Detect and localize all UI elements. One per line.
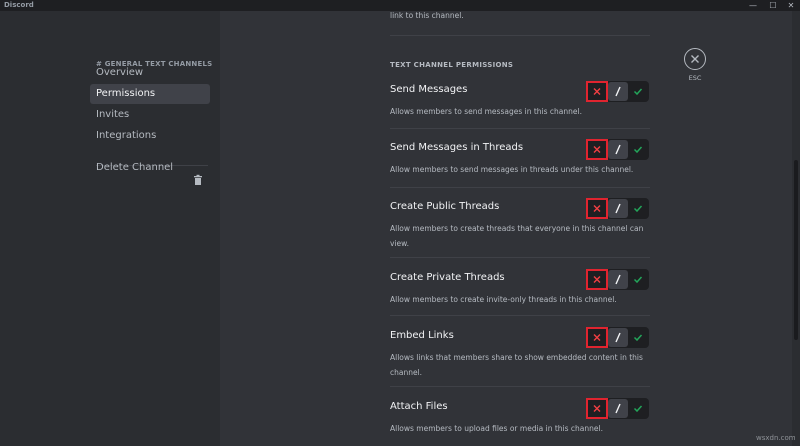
slash-icon [615,203,621,214]
watermark: wsxdn.com [756,434,796,442]
deny-button[interactable] [586,398,608,419]
neutral-button[interactable] [608,82,628,101]
slash-icon [615,274,621,285]
deny-button[interactable] [586,327,608,348]
top-description: link to this channel. [390,11,464,20]
close-window-button[interactable]: ✕ [782,0,800,11]
check-icon [633,334,643,342]
permission-toggle [586,327,649,348]
divider [390,128,650,129]
deny-button[interactable] [586,139,608,160]
permission-toggle [586,269,649,290]
permission-name: Send Messages in Threads [390,142,524,153]
permission-description: Allow members to create invite-only thre… [390,295,617,304]
app-title: Discord [4,1,34,9]
trash-icon [194,174,202,185]
permission-toggle [586,398,649,419]
divider [390,315,650,316]
allow-button[interactable] [628,140,648,159]
divider [390,257,650,258]
deny-button[interactable] [586,269,608,290]
deny-button[interactable] [586,81,608,102]
x-icon [593,334,601,341]
maximize-button[interactable]: ☐ [764,0,782,11]
delete-channel-button[interactable]: Delete Channel [90,158,190,178]
permission-name: Create Public Threads [390,201,500,212]
divider [390,386,650,387]
sidebar-item-invites[interactable]: Invites [90,105,210,125]
permission-toggle [586,81,649,102]
esc-label: ESC [688,74,702,82]
neutral-button[interactable] [608,140,628,159]
permission-toggle [586,198,649,219]
permission-name: Create Private Threads [390,272,505,283]
x-icon [593,276,601,283]
x-icon [593,88,601,95]
slash-icon [615,144,621,155]
permission-description: Allows members to upload files or media … [390,424,603,433]
check-icon [633,405,643,413]
neutral-button[interactable] [608,399,628,418]
slash-icon [615,403,621,414]
settings-sidebar: # GENERAL TEXT CHANNELS Overview Permiss… [0,11,220,446]
x-icon [593,405,601,412]
permission-description: Allow members to create threads that eve… [390,224,644,248]
neutral-button[interactable] [608,270,628,289]
scrollbar-thumb[interactable] [794,160,798,340]
permission-toggle [586,139,649,160]
divider [390,187,650,188]
minimize-button[interactable]: — [744,0,762,11]
permission-name: Send Messages [390,84,468,95]
allow-button[interactable] [628,399,648,418]
check-icon [633,205,643,213]
slash-icon [615,332,621,343]
x-icon [593,205,601,212]
permission-description: Allow members to send messages in thread… [390,165,634,174]
check-icon [633,146,643,154]
allow-button[interactable] [628,199,648,218]
neutral-button[interactable] [608,199,628,218]
allow-button[interactable] [628,82,648,101]
check-icon [633,88,643,96]
permission-description: Allows links that members share to show … [390,353,643,377]
permission-description: Allows members to send messages in this … [390,107,582,116]
x-icon [593,146,601,153]
deny-button[interactable] [586,198,608,219]
check-icon [633,276,643,284]
permission-name: Embed Links [390,330,454,341]
section-title: TEXT CHANNEL PERMISSIONS [390,61,514,69]
sidebar-item-integrations[interactable]: Integrations [90,126,210,146]
sidebar-item-permissions[interactable]: Permissions [90,84,210,104]
title-bar: Discord — ☐ ✕ [0,0,800,11]
esc-close-button[interactable]: ESC [683,48,707,82]
permission-name: Attach Files [390,401,448,412]
allow-button[interactable] [628,270,648,289]
close-icon[interactable] [684,48,706,70]
slash-icon [615,86,621,97]
allow-button[interactable] [628,328,648,347]
sidebar-item-overview[interactable]: Overview [90,63,210,83]
neutral-button[interactable] [608,328,628,347]
divider [390,35,650,36]
